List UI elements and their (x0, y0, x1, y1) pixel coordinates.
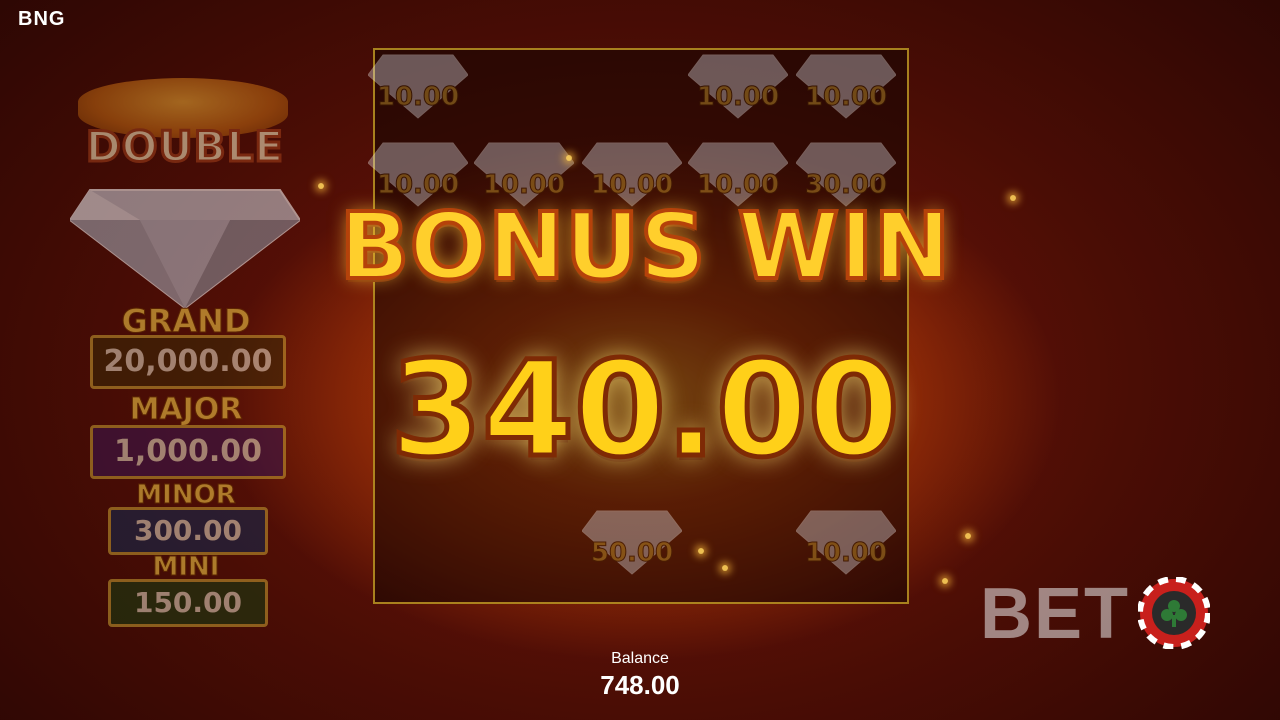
jackpot-minor-label: MINOR (136, 480, 236, 511)
sparkle-icon (942, 578, 948, 584)
jackpot-major-label: MAJOR (129, 392, 243, 428)
beto-watermark: BET (980, 575, 1220, 655)
bonus-win-amount: 340.00 (388, 331, 902, 490)
grid-cell: 10.00 (793, 506, 899, 594)
sparkle-icon (566, 155, 572, 161)
grid-cell: 10.00 (365, 50, 471, 138)
sparkle-icon (318, 183, 324, 189)
jackpot-diamond-icon (70, 189, 300, 310)
jackpot-panel: DOUBLE GRAND 20,000.00 MAJOR 1,000.00 MI… (60, 70, 320, 630)
grid-cell: 10.00 (685, 50, 791, 138)
sparkle-icon (965, 533, 971, 539)
jackpot-mini-value: 150.00 (108, 579, 268, 627)
jackpot-major-value: 1,000.00 (90, 425, 286, 479)
grid-value: 10.00 (376, 82, 460, 113)
jackpot-title: DOUBLE (84, 121, 285, 173)
reel-grid: 10.00 10.00 10.00 10.00 10.00 10.00 10.0… (368, 48, 909, 604)
balance-value: 748.00 (600, 670, 680, 700)
grid-value: 50.00 (590, 538, 674, 569)
balance-label: Balance (611, 650, 669, 667)
bonus-win-title: BONUS WIN (337, 191, 952, 302)
grid-cell: 10.00 (793, 50, 899, 138)
grid-cell: 50.00 (579, 506, 685, 594)
sparkle-icon (1010, 195, 1016, 201)
jackpot-grand-value: 20,000.00 (90, 335, 286, 389)
jackpot-minor-value: 300.00 (108, 507, 268, 555)
jackpot-mini-label: MINI (152, 552, 220, 583)
poker-chip-icon (1138, 577, 1210, 649)
grid-value: 10.00 (696, 82, 780, 113)
grid-value: 10.00 (804, 538, 888, 569)
provider-logo: BNG (18, 8, 66, 30)
watermark-text: BET (980, 574, 1130, 654)
sparkle-icon (722, 565, 728, 571)
sparkle-icon (698, 548, 704, 554)
grid-value: 10.00 (804, 82, 888, 113)
